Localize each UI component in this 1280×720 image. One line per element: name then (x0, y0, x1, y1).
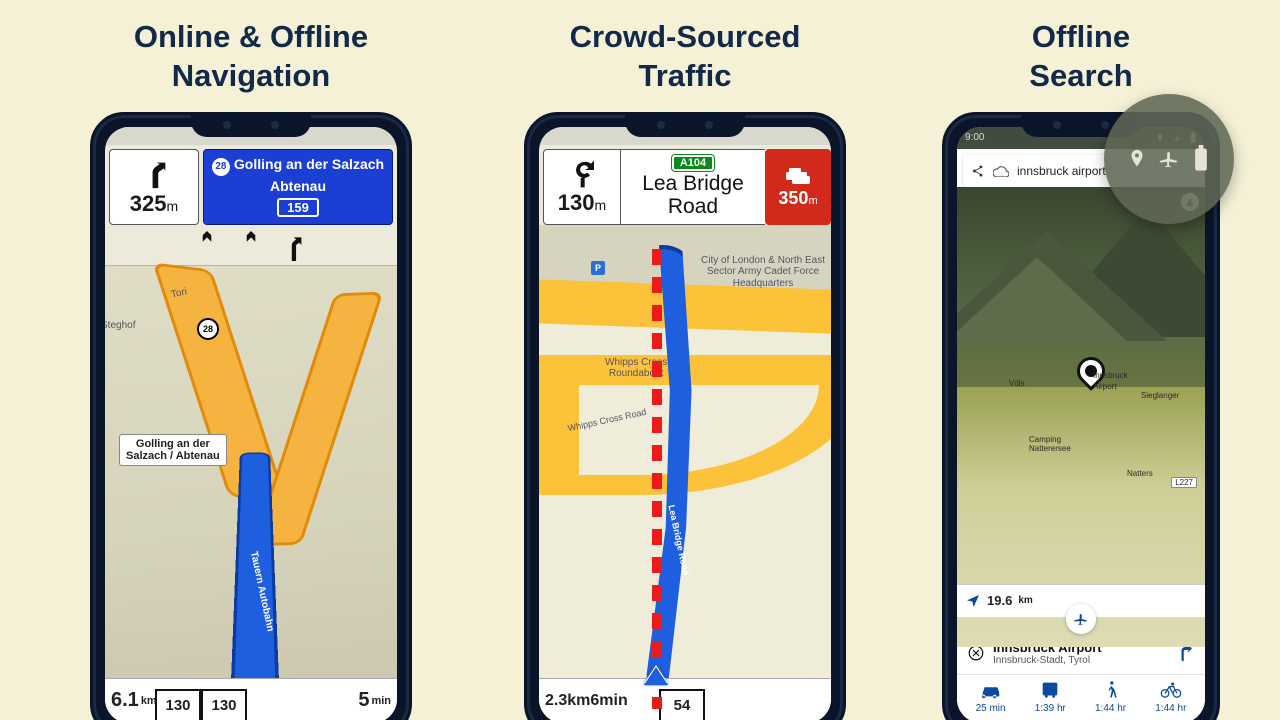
location-arrow-icon (965, 593, 981, 609)
phone-mockup-2: 130m A104 Lea BridgeRoad 350m (524, 112, 846, 720)
map-view-2[interactable]: P City of London & North East Sector Arm… (539, 225, 831, 720)
destination-subtitle: Innsbruck-Stadt, Tyrol (993, 655, 1169, 666)
pin-icon (1126, 145, 1148, 173)
map-label: Natters (1127, 469, 1153, 478)
map-label: Innsbruck (1093, 371, 1128, 380)
cloud-icon (993, 165, 1009, 177)
road-name-card: A104 Lea BridgeRoad (621, 149, 765, 225)
mode-bike[interactable]: 1:44 hr (1155, 681, 1186, 714)
map-label: Sieglanger (1141, 391, 1179, 400)
highway-sign: 28Golling an der Salzach Abtenau 159 (203, 149, 393, 225)
battery-icon (1190, 145, 1212, 173)
map-label: Camping Natterersee (1029, 435, 1071, 453)
phone-mockup-1: 325m 28Golling an der Salzach Abtenau 15… (90, 112, 412, 720)
map-label: Völs (1009, 379, 1025, 388)
bear-right-icon (137, 157, 171, 191)
mode-walk[interactable]: 1:44 hr (1095, 681, 1126, 714)
turn-card: 325m (109, 149, 199, 225)
traffic-congestion-line (652, 249, 662, 709)
traffic-jam-icon (783, 164, 813, 188)
transport-modes: 25 min 1:39 hr 1:44 hr 1:44 hr (957, 675, 1205, 720)
junction-shield: 28 (197, 318, 219, 340)
road-shield: L227 (1171, 477, 1197, 488)
plane-icon (1158, 145, 1180, 173)
bottom-bar: 2.3km 54 6min (539, 678, 831, 720)
map-label: Airport (1093, 382, 1117, 391)
heading-navigation: Online & Offline Navigation (134, 0, 368, 112)
lane-guidance (105, 225, 397, 266)
share-icon[interactable] (971, 164, 985, 178)
map-view-1[interactable]: Tori Steghof 28 Golling an der Salzach /… (105, 266, 397, 720)
status-highlight (1104, 94, 1234, 224)
plane-icon (1073, 611, 1089, 627)
mode-bus[interactable]: 1:39 hr (1035, 681, 1066, 714)
mode-car[interactable]: 25 min (976, 681, 1006, 714)
road-badge: A104 (672, 155, 714, 171)
road-label: Golling an der Salzach / Abtenau (119, 434, 227, 466)
parking-icon: P (591, 261, 605, 275)
heading-search: Offline Search (1029, 0, 1132, 112)
poi-label: City of London & North East Sector Army … (701, 255, 825, 290)
turn-card: 130m (543, 149, 621, 225)
traffic-card[interactable]: 350m (765, 149, 831, 225)
search-text: innsbruck airport (1017, 164, 1106, 178)
map-view-3[interactable]: Innsbruck Airport Völs Sieglanger Campin… (957, 187, 1205, 617)
position-arrow-icon (644, 665, 668, 683)
plane-knob[interactable] (1066, 604, 1096, 634)
roundabout-icon (566, 158, 598, 190)
heading-traffic: Crowd-Sourced Traffic (570, 0, 801, 112)
bottom-bar: 6.1km 5min 130 130 (105, 678, 397, 720)
map-label: Steghof (105, 320, 135, 331)
speed-display: 130 130 (155, 675, 247, 720)
